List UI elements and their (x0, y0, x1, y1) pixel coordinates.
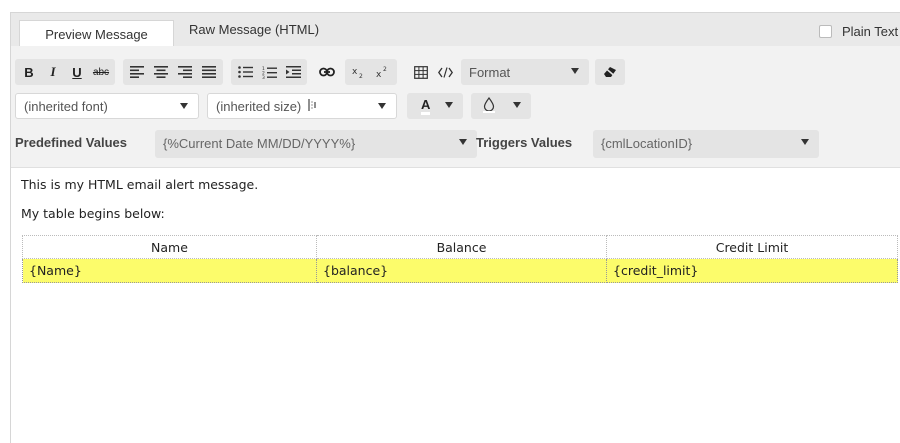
table-row: {Name} {balance} {credit_limit} (22, 258, 898, 283)
font-family-select[interactable]: (inherited font) (15, 93, 199, 119)
plain-text-checkbox[interactable] (819, 24, 832, 38)
table-icon (414, 65, 428, 79)
subscript-button[interactable]: x2 (347, 60, 371, 84)
table-cell[interactable]: {balance} (316, 258, 607, 283)
font-family-value: (inherited font) (24, 98, 108, 114)
column-header-credit-limit: Credit Limit (606, 235, 898, 259)
svg-text:2: 2 (359, 73, 363, 78)
triggers-values-select[interactable]: {cmlLocationID} (593, 130, 819, 158)
chevron-down-icon (378, 103, 386, 109)
svg-text:x: x (352, 67, 358, 77)
text-color-select[interactable]: A (407, 93, 463, 119)
column-header-balance: Balance (316, 235, 607, 259)
bold-button[interactable]: B (17, 60, 41, 84)
numbered-list-icon: 123 (262, 66, 277, 79)
chevron-down-icon (459, 139, 467, 145)
tab-bar: Preview Message Raw Message (HTML) Plain… (10, 12, 900, 48)
toolbar: B I U abc 1 2 3 x 2 x 2 Format (inherite… (11, 46, 900, 168)
align-left-icon (130, 66, 144, 78)
editor-panel: B I U abc 1 2 3 x 2 x 2 Format (inherite… (10, 46, 900, 443)
superscript-button[interactable]: x2 (371, 60, 395, 84)
text-color-icon: A (421, 97, 431, 115)
align-center-icon (154, 66, 168, 78)
align-justify-icon (202, 66, 216, 78)
eraser-icon (602, 65, 618, 79)
superscript-icon: x2 (376, 66, 387, 78)
font-size-value: (inherited size) (216, 98, 302, 114)
message-editor[interactable]: This is my HTML email alert message. My … (11, 169, 900, 443)
tab-preview-message[interactable]: Preview Message (19, 20, 174, 48)
bullet-list-button[interactable] (233, 60, 257, 84)
clear-formatting-button[interactable] (595, 59, 625, 85)
message-line: My table begins below: (21, 206, 165, 221)
plain-text-label: Plain Text (842, 23, 899, 39)
text-cursor-icon (307, 98, 319, 115)
column-header-name: Name (22, 235, 317, 259)
indent-icon (285, 66, 301, 78)
triggers-values-value: {cmlLocationID} (601, 136, 693, 151)
align-left-button[interactable] (125, 60, 149, 84)
svg-text:x: x (376, 70, 382, 78)
message-line: This is my HTML email alert message. (21, 177, 259, 192)
svg-text:3: 3 (262, 75, 265, 79)
align-center-button[interactable] (149, 60, 173, 84)
background-color-select[interactable] (471, 93, 531, 119)
chevron-down-icon (571, 68, 579, 74)
chevron-down-icon (180, 103, 188, 109)
table-cell[interactable]: {Name} (22, 258, 317, 283)
format-select[interactable]: Format (461, 59, 589, 85)
link-icon (319, 67, 335, 77)
font-size-select[interactable]: (inherited size) (207, 93, 397, 119)
format-select-value: Format (469, 64, 511, 80)
numbered-list-button[interactable]: 123 (257, 60, 281, 84)
bullet-list-icon (237, 66, 253, 78)
drop-icon (483, 96, 495, 116)
script-group: x2 x2 (345, 59, 397, 85)
table-cell[interactable]: {credit_limit} (606, 258, 898, 283)
message-table: Name Balance Credit Limit {Name} {balanc… (22, 235, 898, 283)
plain-text-toggle[interactable]: Plain Text (819, 23, 898, 39)
text-style-group: B I U abc (15, 59, 115, 85)
align-justify-button[interactable] (197, 60, 221, 84)
chevron-down-icon (445, 102, 453, 108)
predefined-values-select[interactable]: {%Current Date MM/DD/YYYY%} (155, 130, 477, 158)
indent-button[interactable] (281, 60, 305, 84)
toolbar-row-fonts: (inherited font) (inherited size) A (15, 93, 531, 119)
align-right-button[interactable] (173, 60, 197, 84)
predefined-values-value: {%Current Date MM/DD/YYYY%} (163, 136, 356, 151)
table-button[interactable] (409, 60, 433, 84)
svg-text:2: 2 (383, 66, 387, 73)
code-icon (437, 66, 453, 78)
source-code-button[interactable] (433, 60, 457, 84)
subscript-icon: x2 (352, 67, 363, 78)
table-header-row: Name Balance Credit Limit (22, 235, 898, 259)
link-button[interactable] (315, 60, 339, 84)
underline-button[interactable]: U (65, 60, 89, 84)
toolbar-row-formatting: B I U abc 1 2 3 x 2 x 2 Format (15, 59, 625, 85)
tab-raw-message[interactable]: Raw Message (HTML) (189, 13, 319, 47)
chevron-down-icon (513, 102, 521, 108)
align-group (123, 59, 223, 85)
italic-button[interactable]: I (41, 60, 65, 84)
list-group: 123 (231, 59, 307, 85)
align-right-icon (178, 66, 192, 78)
chevron-down-icon (801, 139, 809, 145)
strikethrough-button[interactable]: abc (89, 60, 113, 84)
predefined-values-label: Predefined Values (15, 135, 127, 150)
triggers-values-label: Triggers Values (476, 135, 573, 150)
